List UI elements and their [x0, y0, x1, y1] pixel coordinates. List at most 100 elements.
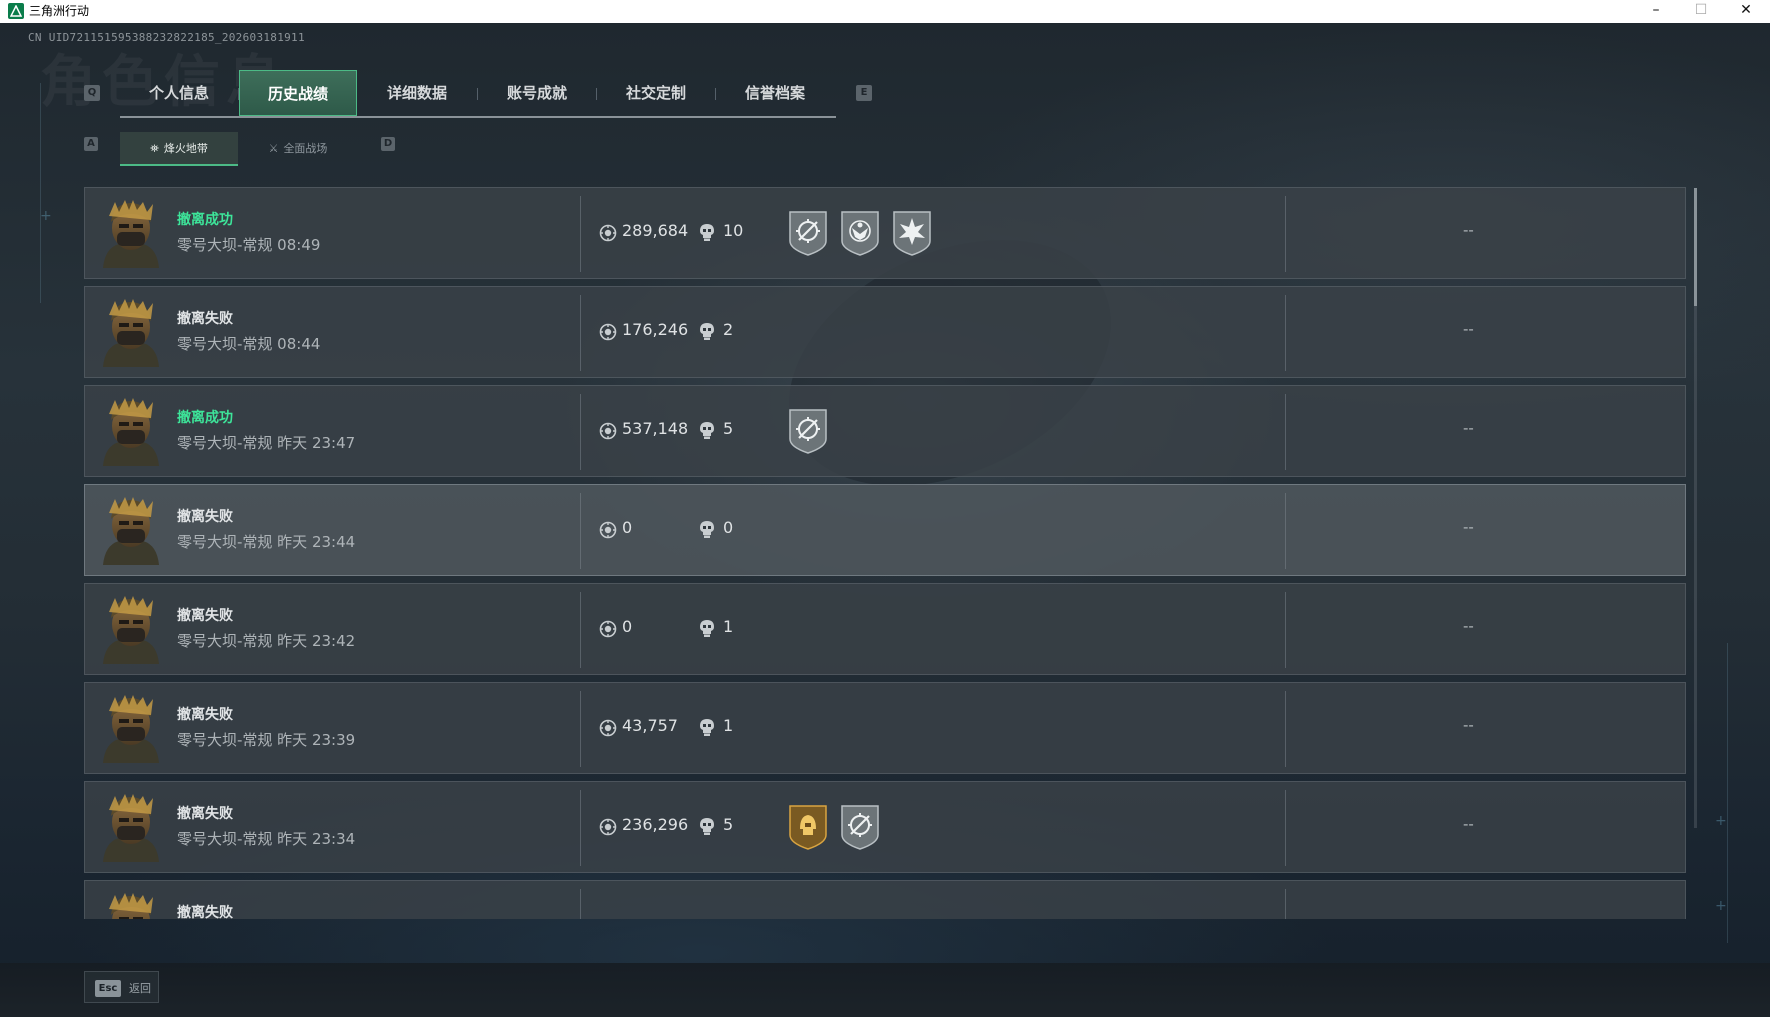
row-divider — [580, 394, 581, 470]
operator-avatar — [99, 891, 163, 919]
extra-info: -- — [1463, 320, 1474, 338]
asset-value-icon — [599, 620, 617, 638]
extra-info: -- — [1463, 617, 1474, 635]
window-title: 三角洲行动 — [29, 4, 90, 18]
kill-count: 10 — [723, 221, 744, 240]
row-divider — [580, 790, 581, 866]
kill-count: 2 — [723, 320, 734, 339]
asset-value: 0 — [622, 518, 633, 537]
map-and-time: 零号大坝-常规 08:44 — [177, 335, 321, 353]
row-divider — [1285, 889, 1286, 919]
map-and-time: 零号大坝-常规 昨天 23:39 — [177, 731, 356, 749]
extraction-status: 撤离成功 — [177, 212, 233, 228]
asset-value-icon — [599, 521, 617, 539]
match-record-row[interactable]: 撤离失败 零号大坝-常规 08:44 176,246 2 -- — [84, 286, 1686, 378]
row-divider — [580, 889, 581, 919]
key-hint-e[interactable]: E — [856, 85, 872, 101]
scrollbar-thumb[interactable] — [1694, 188, 1697, 306]
operator-avatar — [99, 792, 163, 862]
operator-avatar — [99, 495, 163, 565]
extraction-status: 撤离失败 — [177, 905, 233, 919]
operator-avatar — [99, 396, 163, 466]
asset-value-icon — [599, 719, 617, 737]
row-divider — [580, 691, 581, 767]
kill-count: 1 — [723, 716, 734, 735]
decor-plus: + — [40, 208, 52, 224]
row-divider — [1285, 592, 1286, 668]
crosshair-badge[interactable] — [787, 209, 829, 257]
tab-account-achievements[interactable]: 账号成就 — [478, 70, 596, 116]
extraction-status: 撤离失败 — [177, 707, 233, 723]
asset-value-icon — [599, 818, 617, 836]
asset-value: 0 — [622, 617, 633, 636]
map-and-time: 零号大坝-常规 昨天 23:44 — [177, 533, 356, 551]
maximize-button[interactable]: ☐ — [1678, 0, 1724, 23]
gold-helmet-badge[interactable] — [787, 803, 829, 851]
row-divider — [580, 196, 581, 272]
extra-info: -- — [1463, 518, 1474, 536]
crosshair-badge[interactable] — [839, 803, 881, 851]
minimize-button[interactable]: – — [1633, 0, 1679, 23]
tab-credit-record[interactable]: 信誉档案 — [716, 70, 834, 116]
window-titlebar: 三角洲行动 – ☐ ✕ — [0, 0, 1770, 23]
map-and-time: 零号大坝-常规 昨天 23:34 — [177, 830, 356, 848]
battlefield-icon: ⚔ — [268, 142, 279, 155]
subtab-hazard-zone[interactable]: ⛯ 烽火地带 — [120, 132, 238, 166]
kills-skull-icon — [699, 223, 715, 242]
kill-count: 5 — [723, 815, 734, 834]
main-tab-bar: 个人信息 历史战绩 详细数据 账号成就 社交定制 信誉档案 — [120, 70, 836, 118]
game-area: 角色信息 CN UID7211515953882328221​85_202603… — [0, 23, 1770, 1017]
row-divider — [1285, 691, 1286, 767]
extra-info: -- — [1463, 221, 1474, 239]
extraction-status: 撤离失败 — [177, 509, 233, 525]
map-and-time: 零号大坝-常规 08:49 — [177, 236, 321, 254]
match-record-row[interactable]: 撤离失败 零号大坝-常规 昨天 23:34 236,296 5 -- — [84, 781, 1686, 873]
esc-key-icon: Esc — [95, 980, 121, 997]
kills-skull-icon — [699, 520, 715, 539]
key-hint-q[interactable]: Q — [84, 85, 100, 101]
decor-plus: + — [1715, 813, 1727, 829]
match-record-row[interactable]: 撤离成功 零号大坝-常规 昨天 23:47 537,148 5 -- — [84, 385, 1686, 477]
asset-value-icon — [599, 224, 617, 242]
asset-value: 236,296 — [622, 815, 689, 834]
match-record-row[interactable]: 撤离失败 — [84, 880, 1686, 919]
key-hint-d[interactable]: D — [381, 137, 395, 151]
decor-line — [40, 83, 41, 303]
sub-tab-bar: ⛯ 烽火地带 ⚔ 全面战场 — [120, 132, 360, 166]
explosion-badge[interactable] — [891, 209, 933, 257]
row-divider — [1285, 493, 1286, 569]
extraction-status: 撤离成功 — [177, 410, 233, 426]
subtab-label: 全面战场 — [283, 142, 328, 155]
subtab-battlefield[interactable]: ⚔ 全面战场 — [239, 132, 357, 166]
extra-info: -- — [1463, 716, 1474, 734]
row-divider — [580, 592, 581, 668]
tab-match-history[interactable]: 历史战绩 — [239, 70, 357, 116]
extra-info: -- — [1463, 815, 1474, 833]
match-record-row[interactable]: 撤离失败 零号大坝-常规 昨天 23:39 43,757 1 -- — [84, 682, 1686, 774]
kill-count: 0 — [723, 518, 734, 537]
crosshair-badge[interactable] — [787, 407, 829, 455]
kills-skull-icon — [699, 322, 715, 341]
asset-value: 43,757 — [622, 716, 678, 735]
match-history-list: 撤离成功 零号大坝-常规 08:49 289,684 10 -- 撤离失败 零号大… — [84, 185, 1686, 919]
key-hint-a[interactable]: A — [84, 137, 98, 151]
extraction-status: 撤离失败 — [177, 608, 233, 624]
match-record-row[interactable]: 撤离失败 零号大坝-常规 昨天 23:44 0 0 -- — [84, 484, 1686, 576]
back-button[interactable]: Esc 返回 — [84, 971, 159, 1003]
close-button[interactable]: ✕ — [1723, 0, 1769, 23]
match-record-row[interactable]: 撤离成功 零号大坝-常规 08:49 289,684 10 -- — [84, 187, 1686, 279]
asset-value: 289,684 — [622, 221, 689, 240]
player-uid: CN UID7211515953882328221​85_20260318191… — [28, 31, 305, 44]
row-divider — [1285, 295, 1286, 371]
bottom-bar — [0, 963, 1770, 1017]
eagle-badge[interactable] — [839, 209, 881, 257]
tab-social-customization[interactable]: 社交定制 — [597, 70, 715, 116]
hazard-zone-icon: ⛯ — [150, 142, 159, 155]
asset-value: 537,148 — [622, 419, 689, 438]
operator-avatar — [99, 198, 163, 268]
match-record-row[interactable]: 撤离失败 零号大坝-常规 昨天 23:42 0 1 -- — [84, 583, 1686, 675]
tab-detailed-data[interactable]: 详细数据 — [358, 70, 476, 116]
extra-info: -- — [1463, 419, 1474, 437]
kills-skull-icon — [699, 718, 715, 737]
tab-personal-info[interactable]: 个人信息 — [120, 70, 238, 116]
